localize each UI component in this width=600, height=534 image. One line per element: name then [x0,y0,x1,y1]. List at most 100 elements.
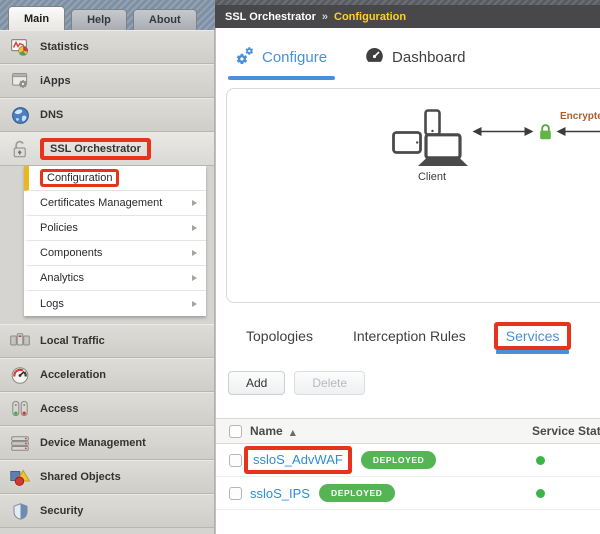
sidebar-item-iapps[interactable]: iApps [0,64,214,98]
tab-services[interactable]: Services [494,322,572,350]
select-all-checkbox[interactable] [229,425,242,438]
breadcrumb-banner: SSL Orchestrator » Configuration [215,0,600,30]
submenu-item-label: Configuration [47,172,112,184]
bidirectional-arrow-icon [472,125,534,143]
submenu-item-label: Analytics [40,272,84,284]
annotation-box-configuration: Configuration [40,169,119,187]
breadcrumb-separator: » [322,11,328,23]
annotation-box-ssl-orchestrator: SSL Orchestrator [40,138,151,160]
sort-asc-icon: ▲ [290,428,296,437]
row-checkbox[interactable] [229,454,242,467]
table-toolbar: Add Delete [228,371,365,395]
top-bar: Main Help About SSL Orchestrator » Confi… [0,0,600,30]
table-row-sslos-ips: ssloS_IPS DEPLOYED [216,477,600,510]
chevron-right-icon [192,250,197,256]
statistics-chart-icon [9,39,31,56]
tab-dashboard[interactable]: Dashboard [357,40,473,80]
submenu-item-configuration[interactable]: Configuration [24,166,206,191]
globe-icon [9,107,31,124]
view-tab-bar: Configure Dashboard [228,40,473,80]
submenu-item-label: Components [40,247,102,259]
sidebar-item-label: Access [40,403,79,415]
shield-icon [9,503,31,520]
add-button[interactable]: Add [228,371,285,395]
sidebar-item-security[interactable]: Security [0,494,214,528]
status-dot-green [536,456,545,465]
submenu-item-analytics[interactable]: Analytics [24,266,206,291]
chevron-right-icon [192,225,197,231]
annotation-box-sslos-advwaf: ssloS_AdvWAF [244,446,352,474]
ssl-orchestrator-submenu: Configuration Certificates Management Po… [24,166,206,316]
breadcrumb: SSL Orchestrator » Configuration [215,5,600,28]
sidebar-item-acceleration[interactable]: Acceleration [0,358,214,392]
tab-help[interactable]: Help [71,9,127,30]
main-content: Configure Dashboard [215,28,600,534]
view-tab-label: Configure [262,49,327,66]
sidebar-item-dns[interactable]: DNS [0,98,214,132]
left-arrow-icon [556,125,600,143]
client-label: Client [402,171,462,183]
iapps-window-icon [9,73,31,89]
submenu-item-components[interactable]: Components [24,241,206,266]
servers-icon [9,333,31,349]
lock-icon [538,123,553,145]
tab-interception-rules[interactable]: Interception Rules [353,328,466,344]
sidebar-item-ssl-orchestrator[interactable]: SSL Orchestrator [0,132,214,166]
column-header-name[interactable]: Name▲ [250,424,532,438]
sidebar-item-label: Security [40,505,83,517]
submenu-item-label: Certificates Management [40,197,162,209]
submenu-item-policies[interactable]: Policies [24,216,206,241]
sidebar-item-label: Local Traffic [40,335,105,347]
service-link[interactable]: ssloS_AdvWAF [253,452,343,467]
submenu-item-logs[interactable]: Logs [24,291,206,316]
table-row-sslos-advwaf: ssloS_AdvWAF DEPLOYED [216,444,600,477]
deployed-badge: DEPLOYED [361,451,437,469]
tab-main[interactable]: Main [8,6,65,30]
sidebar-nav: Statistics iApps [0,30,215,534]
gears-icon [236,46,254,68]
tab-topologies[interactable]: Topologies [246,328,313,344]
section-tab-bar: Topologies Interception Rules Services [216,318,600,354]
sidebar-item-device-management[interactable]: Device Management [0,426,214,460]
chevron-right-icon [192,200,197,206]
speedometer-icon [9,367,31,384]
breadcrumb-section: SSL Orchestrator [225,11,316,23]
services-table: Name▲ Service Stat ssloS_AdvWAF DEPLOYED… [216,418,600,510]
sidebar-item-shared-objects[interactable]: Shared Objects [0,460,214,494]
chevron-right-icon [192,301,197,307]
sidebar-item-access[interactable]: Access [0,392,214,426]
tab-configure[interactable]: Configure [228,40,335,80]
top-tab-strip: Main Help About [0,0,215,30]
sidebar-item-label: Device Management [40,437,146,449]
topology-diagram-panel: Client Encrypted [226,88,600,303]
app-window: Main Help About SSL Orchestrator » Confi… [0,0,600,534]
sidebar-item-label: DNS [40,109,63,121]
submenu-item-certificates-management[interactable]: Certificates Management [24,191,206,216]
submenu-item-label: Policies [40,222,78,234]
chevron-right-icon [192,275,197,281]
table-header-row: Name▲ Service Stat [216,418,600,444]
sidebar-item-label: Acceleration [40,369,106,381]
column-header-service-status[interactable]: Service Stat [532,424,600,438]
submenu-item-label: Logs [40,298,64,310]
status-dot-green [536,489,545,498]
sidebar-item-local-traffic[interactable]: Local Traffic [0,324,214,358]
tab-about[interactable]: About [133,9,197,30]
delete-button[interactable]: Delete [294,371,365,395]
padlock-open-icon [9,140,31,158]
laptop-icon [415,133,471,172]
access-towers-icon [9,400,31,418]
row-checkbox[interactable] [229,487,242,500]
deployed-badge: DEPLOYED [319,484,395,502]
section-tab-label: Services [506,328,560,344]
sidebar-item-label: SSL Orchestrator [50,143,141,155]
device-stack-icon [9,436,31,451]
sidebar-item-label: Statistics [40,41,89,53]
annotation-box-services: Services [494,322,572,350]
encrypted-label: Encrypted [560,111,600,122]
dashboard-gauge-icon [365,47,384,68]
active-tab-underline [496,350,570,354]
sidebar-item-statistics[interactable]: Statistics [0,30,214,64]
service-link[interactable]: ssloS_IPS [250,486,310,501]
shapes-icon [9,469,31,486]
